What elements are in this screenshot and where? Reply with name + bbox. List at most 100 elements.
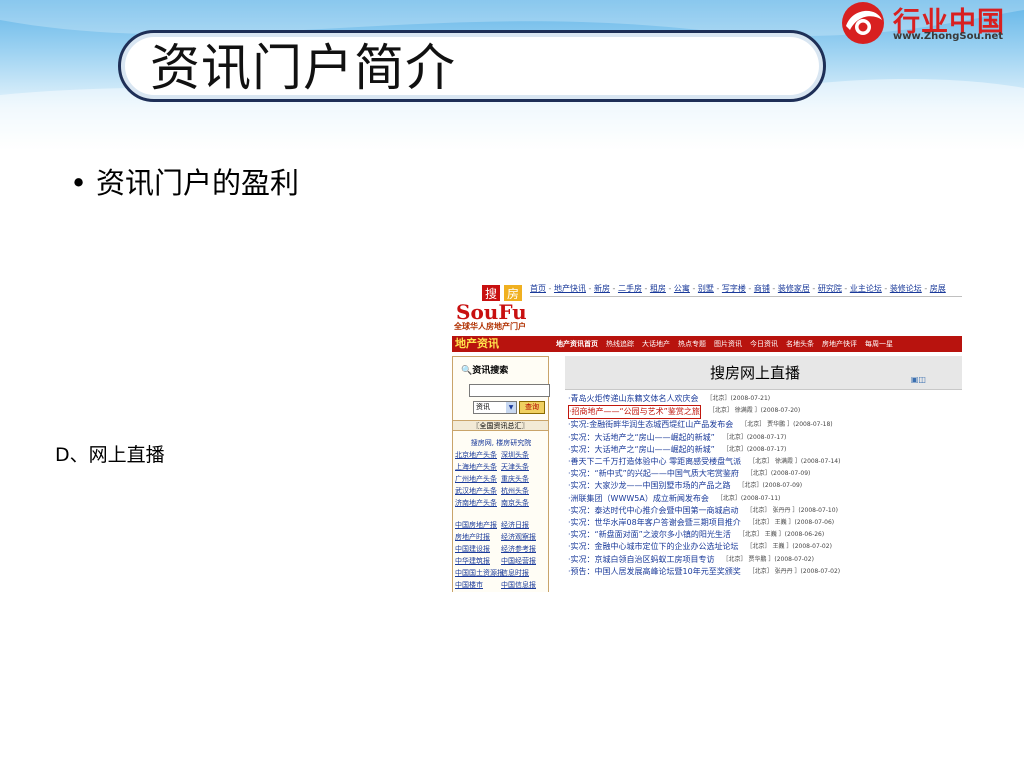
news-item-link[interactable]: ·善天下二千万打造体验中心 零距离感受楼盘气派 bbox=[568, 456, 741, 468]
sidebar-link[interactable]: 经济参考报 bbox=[501, 543, 547, 555]
sidebar-link[interactable]: 信息时报 bbox=[501, 567, 547, 579]
sidebar-link-row: 中国国土资源报 信息时报 bbox=[455, 567, 547, 579]
section-tab[interactable]: 热点专题 bbox=[674, 336, 710, 352]
news-item-link[interactable]: ·实况:金融街畔华润生态城西堤红山产品发布会 bbox=[568, 419, 733, 431]
section-tab[interactable]: 名地头条 bbox=[782, 336, 818, 352]
news-item-meta: ［北京］ 王巍 ］(2008-07-06) bbox=[748, 519, 835, 527]
sidebar-link-research[interactable]: 搜房网, 楼房研究院 bbox=[455, 437, 547, 449]
top-nav-link[interactable]: 写字楼 bbox=[722, 284, 746, 293]
sidebar-link[interactable]: 中国信息报 bbox=[501, 579, 547, 591]
news-item-link[interactable]: ·实况：京城白领自治区蚂蚁工房项目专访 bbox=[568, 554, 715, 566]
sidebar-link-row: 中华建筑报 中国经营报 bbox=[455, 555, 547, 567]
search-heading: 🔍资讯搜索 bbox=[461, 363, 508, 376]
section-tab[interactable]: 地产资讯首页 bbox=[552, 336, 602, 352]
news-item-meta: ［北京］ 徐满霞 ］(2008-07-20) bbox=[708, 407, 801, 415]
slide: 资讯门户简介 行业中国 www.ZhongSou.net • 资讯门户的盈利 D、… bbox=[0, 0, 1024, 768]
news-list: ·青岛火炬传递山东籍文体名人欢庆会 ［北京］(2008-07-21) ·招商地产——… bbox=[568, 393, 962, 578]
news-item-link[interactable]: ·招商地产——“公园与艺术”鉴赏之旅 bbox=[568, 405, 701, 420]
sidebar-link[interactable]: 中国国土资源报 bbox=[455, 567, 504, 579]
live-title: 搜房网上直播 bbox=[710, 364, 801, 382]
news-item-link[interactable]: ·实况：世华水岸08年客户答谢会暨三期项目推介 bbox=[568, 517, 741, 529]
news-item-link[interactable]: ·实况：“新中式”的兴起——中国气质大宅赏鉴府 bbox=[568, 468, 739, 480]
top-nav-link[interactable]: 研究院 bbox=[818, 284, 842, 293]
sidebar-link[interactable]: 中国建设报 bbox=[455, 543, 501, 555]
news-item: ·实况：“新盘面对面”之波尔多小镇的阳光生活 ［北京］ 王巍 ］(2008-06-… bbox=[568, 529, 962, 541]
nav-separator: - bbox=[841, 284, 850, 293]
sidebar-link-row: 中国房地产报 经济日报 bbox=[455, 519, 547, 531]
section-bar: 地产资讯 地产资讯首页 热线追踪 大话地产 热点专题 图片资讯 今日资讯 名地头条 房地产快评… bbox=[452, 336, 962, 352]
sidebar-link[interactable]: 中华建筑报 bbox=[455, 555, 501, 567]
sidebar-link[interactable]: 房地产时报 bbox=[455, 531, 501, 543]
news-item-link[interactable]: ·青岛火炬传递山东籍文体名人欢庆会 bbox=[568, 393, 699, 405]
top-nav-link[interactable]: 公寓 bbox=[674, 284, 690, 293]
section-tab[interactable]: 每周一星 bbox=[861, 336, 897, 352]
brand-logo-icon bbox=[842, 2, 884, 44]
top-nav-link[interactable]: 房展 bbox=[930, 284, 946, 293]
news-item: ·青岛火炬传递山东籍文体名人欢庆会 ［北京］(2008-07-21) bbox=[568, 393, 962, 405]
section-tab[interactable]: 图片资讯 bbox=[710, 336, 746, 352]
portal-screenshot: 搜 房 SouFun 全球华人房地产门户 首页 - 地产快讯 - 新房 - 二手… bbox=[452, 280, 962, 592]
news-item-link[interactable]: ·实况：金融中心城市定位下的企业办公选址论坛 bbox=[568, 541, 739, 553]
news-item-meta: ［北京］(2008-07-09) bbox=[738, 482, 803, 490]
section-tab[interactable]: 房地产快评 bbox=[818, 336, 861, 352]
sidebar-link[interactable]: 南京头条 bbox=[501, 497, 547, 509]
news-item-meta: ［北京］(2008-07-17) bbox=[722, 445, 787, 453]
news-item-meta: ［北京］ 贾华鹏 ］(2008-07-02) bbox=[722, 555, 814, 563]
section-tab[interactable]: 热线追踪 bbox=[602, 336, 638, 352]
top-nav-link[interactable]: 装修家居 bbox=[778, 284, 810, 293]
top-nav-link[interactable]: 首页 bbox=[530, 284, 546, 293]
top-nav-link[interactable]: 别墅 bbox=[698, 284, 714, 293]
section-tab[interactable]: 大话地产 bbox=[638, 336, 674, 352]
nav-separator: - bbox=[745, 284, 754, 293]
nav-separator: - bbox=[689, 284, 698, 293]
sidebar-link-row: 中国楼市 中国信息报 bbox=[455, 579, 547, 591]
sidebar-link[interactable]: 经济日报 bbox=[501, 519, 547, 531]
sidebar-link[interactable]: 杭州头条 bbox=[501, 485, 547, 497]
sidebar-link[interactable]: 天津头条 bbox=[501, 461, 547, 473]
sidebar-link[interactable]: 深圳头条 bbox=[501, 449, 547, 461]
live-panel: 搜房网上直播 ▣◫ ·青岛火炬传递山东籍文体名人欢庆会 ［北京］(2008-07-… bbox=[565, 356, 962, 592]
sidebar-link[interactable]: 武汉地产头条 bbox=[455, 485, 501, 497]
news-item-link[interactable]: ·实况：泰达时代中心推介会暨中国第一商城启动 bbox=[568, 505, 739, 517]
top-nav-link[interactable]: 二手房 bbox=[618, 284, 642, 293]
news-item-link[interactable]: ·实况：大话地产之“房山——崛起的新城” bbox=[568, 432, 715, 444]
section-tab[interactable]: 今日资讯 bbox=[746, 336, 782, 352]
sidebar-link[interactable]: 经济观察报 bbox=[501, 531, 547, 543]
top-nav-link[interactable]: 业主论坛 bbox=[850, 284, 882, 293]
news-item-link[interactable]: ·实况：大家沙龙——中国别墅市场的产品之路 bbox=[568, 480, 731, 492]
search-button[interactable]: 查询 bbox=[519, 401, 545, 414]
nav-separator: - bbox=[809, 284, 818, 293]
top-nav-link[interactable]: 地产快讯 bbox=[554, 284, 586, 293]
nav-separator: - bbox=[609, 284, 618, 293]
bullet-text: 资讯门户的盈利 bbox=[96, 166, 300, 200]
news-item: ·实况：金融中心城市定位下的企业办公选址论坛 ［北京］ 王巍 ］(2008-07-… bbox=[568, 541, 962, 553]
news-item-link[interactable]: ·实况：大话地产之“房山——崛起的新城” bbox=[568, 444, 715, 456]
news-item-link[interactable]: ·预告：中国人居发展高峰论坛暨10年元至奖颁奖 bbox=[568, 566, 741, 578]
top-nav-link[interactable]: 新房 bbox=[594, 284, 610, 293]
sidebar-link[interactable]: 重庆头条 bbox=[501, 473, 547, 485]
sidebar-link[interactable]: 上海地产头条 bbox=[455, 461, 501, 473]
sidebar-link[interactable]: 济南地产头条 bbox=[455, 497, 501, 509]
news-item-link[interactable]: ·实况：“新盘面对面”之波尔多小镇的阳光生活 bbox=[568, 529, 731, 541]
section-title: 地产资讯 bbox=[455, 337, 499, 350]
news-item-link[interactable]: ·洲联集团（WWW5A）成立新闻发布会 bbox=[568, 493, 709, 505]
news-item: ·实况:金融街畔华润生态城西堤红山产品发布会 ［北京］ 贾华鹏 ］(2008-07… bbox=[568, 419, 962, 431]
sidebar-link[interactable]: 广州地产头条 bbox=[455, 473, 501, 485]
sidebar-link[interactable]: 北京地产头条 bbox=[455, 449, 501, 461]
slide-title: 资讯门户简介 bbox=[150, 39, 456, 97]
news-summary-link[interactable]: 〖全国资讯总汇〗 bbox=[453, 420, 548, 431]
news-item-meta: ［北京］(2008-07-11) bbox=[716, 494, 781, 502]
nav-separator: - bbox=[546, 284, 554, 293]
sidebar-link[interactable]: 中国经营报 bbox=[501, 555, 547, 567]
top-nav-link[interactable]: 租房 bbox=[650, 284, 666, 293]
sidebar-link-row: 上海地产头条 天津头条 bbox=[455, 461, 547, 473]
news-item: ·预告：中国人居发展高峰论坛暨10年元至奖颁奖 ［北京］ 张丹丹 ］(2008-0… bbox=[568, 566, 962, 578]
sidebar-link[interactable]: 中国房地产报 bbox=[455, 519, 501, 531]
news-item: ·善天下二千万打造体验中心 零距离感受楼盘气派 ［北京］ 徐满霞 ］(2008-0… bbox=[568, 456, 962, 468]
top-nav-link[interactable]: 装修论坛 bbox=[890, 284, 922, 293]
top-nav-link[interactable]: 商铺 bbox=[754, 284, 770, 293]
search-input[interactable] bbox=[469, 384, 550, 397]
sidebar-link[interactable]: 中国楼市 bbox=[455, 579, 501, 591]
view-toggle-icon[interactable]: ▣◫ bbox=[911, 375, 926, 384]
search-category-select[interactable]: 资讯 ▼ bbox=[473, 401, 517, 414]
